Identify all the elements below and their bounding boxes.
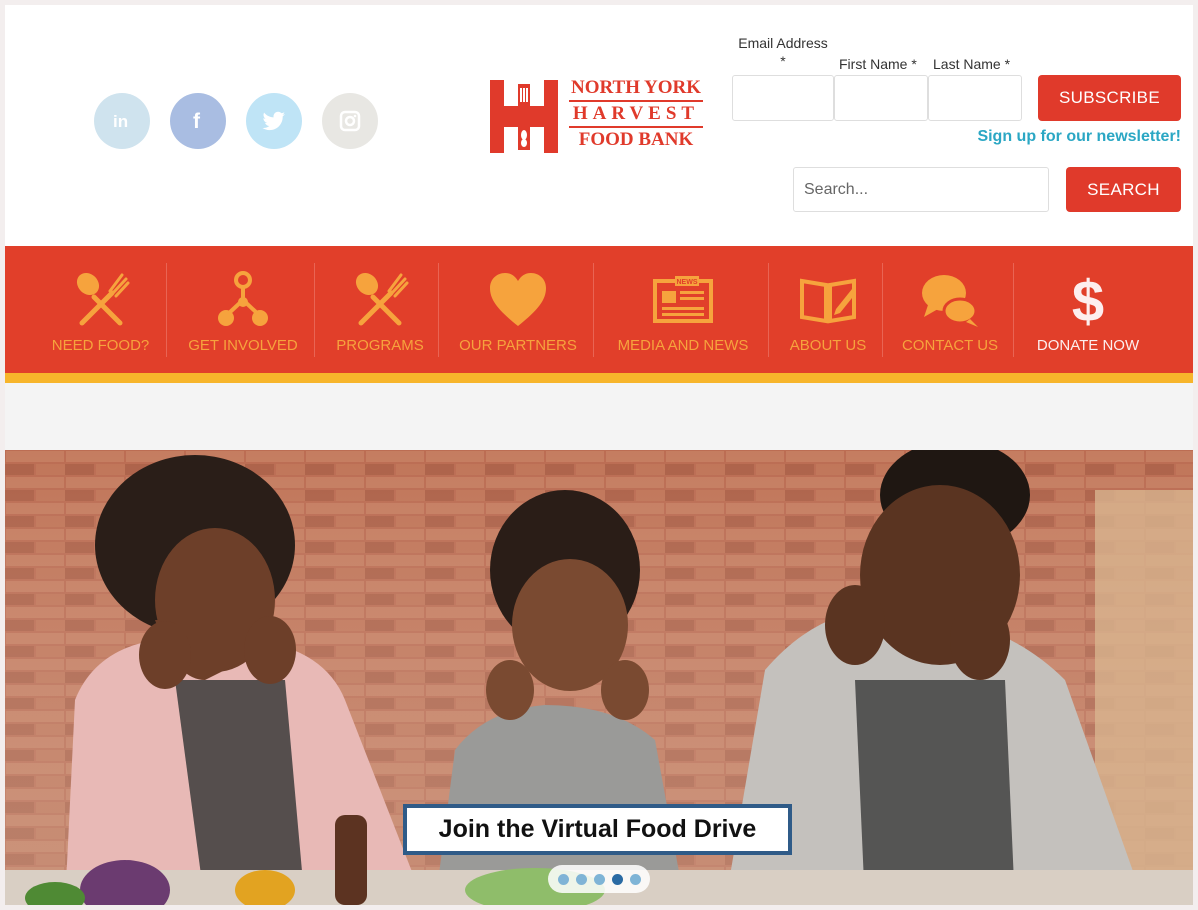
- nav-need-food[interactable]: NEED FOOD?: [43, 246, 158, 373]
- nav-get-involved[interactable]: GET INVOLVED: [179, 246, 307, 373]
- nav-label: OUR PARTNERS: [459, 337, 577, 354]
- nav-media-and-news[interactable]: NEWS MEDIA AND NEWS: [603, 246, 763, 373]
- search-button[interactable]: SEARCH: [1066, 167, 1181, 212]
- email-required-mark: *: [780, 53, 786, 69]
- email-field[interactable]: [732, 75, 834, 121]
- nav-divider: [882, 263, 883, 357]
- carousel-dot[interactable]: [557, 873, 569, 885]
- nav-label: GET INVOLVED: [188, 337, 298, 354]
- fork-spoon-icon: [350, 270, 410, 330]
- social-links: in f: [94, 93, 378, 149]
- network-icon: [213, 270, 273, 330]
- nav-label: NEED FOOD?: [51, 337, 150, 354]
- nav-contact-us[interactable]: CONTACT US: [892, 246, 1008, 373]
- first-name-field[interactable]: [834, 75, 928, 121]
- main-nav: NEED FOOD? GET INVOLVED PROGRAMS OUR PAR…: [5, 246, 1193, 373]
- first-name-label: First Name *: [839, 56, 917, 72]
- nav-divider: [314, 263, 315, 357]
- carousel-dot[interactable]: [593, 873, 605, 885]
- content-spacer: [5, 383, 1193, 450]
- facebook-icon[interactable]: f: [170, 93, 226, 149]
- site-header: in f NORTH YORK HARVEST FOOD BANK Email …: [5, 5, 1193, 246]
- email-label-text: Email Address: [738, 35, 828, 51]
- twitter-icon[interactable]: [246, 93, 302, 149]
- nav-about-us[interactable]: ABOUT US: [778, 246, 878, 373]
- nav-divider: [768, 263, 769, 357]
- search-input[interactable]: Search...: [793, 167, 1049, 212]
- logo-line-1: NORTH YORK: [569, 77, 703, 102]
- svg-text:f: f: [193, 110, 201, 133]
- nav-divider: [593, 263, 594, 357]
- nav-divider: [166, 263, 167, 357]
- nav-donate-now[interactable]: $ DONATE NOW: [1023, 246, 1153, 373]
- news-badge-text: NEWS: [677, 279, 698, 286]
- nav-programs[interactable]: PROGRAMS: [325, 246, 435, 373]
- logo-wordmark: NORTH YORK HARVEST FOOD BANK: [569, 77, 703, 152]
- site-logo[interactable]: NORTH YORK HARVEST FOOD BANK: [490, 77, 705, 153]
- logo-line-3: FOOD BANK: [578, 129, 694, 150]
- heart-icon: [488, 270, 548, 330]
- dollar-icon: $: [1058, 270, 1118, 330]
- nav-divider: [438, 263, 439, 357]
- last-name-field[interactable]: [928, 75, 1022, 121]
- newsletter-signup-link[interactable]: Sign up for our newsletter!: [905, 128, 1181, 146]
- nav-label: PROGRAMS: [336, 337, 424, 354]
- email-label: Email Address *: [735, 34, 831, 70]
- nav-accent-stripe: [5, 373, 1193, 383]
- newspaper-icon: NEWS: [653, 270, 713, 330]
- subscribe-button[interactable]: SUBSCRIBE: [1038, 75, 1181, 121]
- logo-line-2: HARVEST: [569, 102, 703, 128]
- chat-bubbles-icon: [920, 270, 980, 330]
- nav-divider: [1013, 263, 1014, 357]
- carousel-dots: [548, 865, 650, 893]
- hero-carousel[interactable]: Join the Virtual Food Drive: [5, 450, 1193, 905]
- linkedin-icon[interactable]: in: [94, 93, 150, 149]
- nav-label: ABOUT US: [789, 337, 867, 354]
- instagram-icon[interactable]: [322, 93, 378, 149]
- nav-label: MEDIA AND NEWS: [617, 337, 749, 354]
- page: in f NORTH YORK HARVEST FOOD BANK Email …: [5, 5, 1193, 905]
- open-book-icon: [798, 270, 858, 330]
- nav-label: DONATE NOW: [1036, 337, 1140, 354]
- carousel-dot-active[interactable]: [611, 873, 623, 885]
- carousel-dot[interactable]: [575, 873, 587, 885]
- logo-mark-icon: [490, 80, 558, 153]
- last-name-label: Last Name *: [933, 56, 1011, 72]
- hero-caption-button[interactable]: Join the Virtual Food Drive: [403, 804, 792, 855]
- nav-label: CONTACT US: [901, 337, 999, 354]
- fork-spoon-icon: [71, 270, 131, 330]
- svg-text:in: in: [113, 112, 128, 131]
- carousel-dot[interactable]: [629, 873, 641, 885]
- nav-our-partners[interactable]: OUR PARTNERS: [448, 246, 588, 373]
- svg-text:$: $: [1072, 271, 1104, 329]
